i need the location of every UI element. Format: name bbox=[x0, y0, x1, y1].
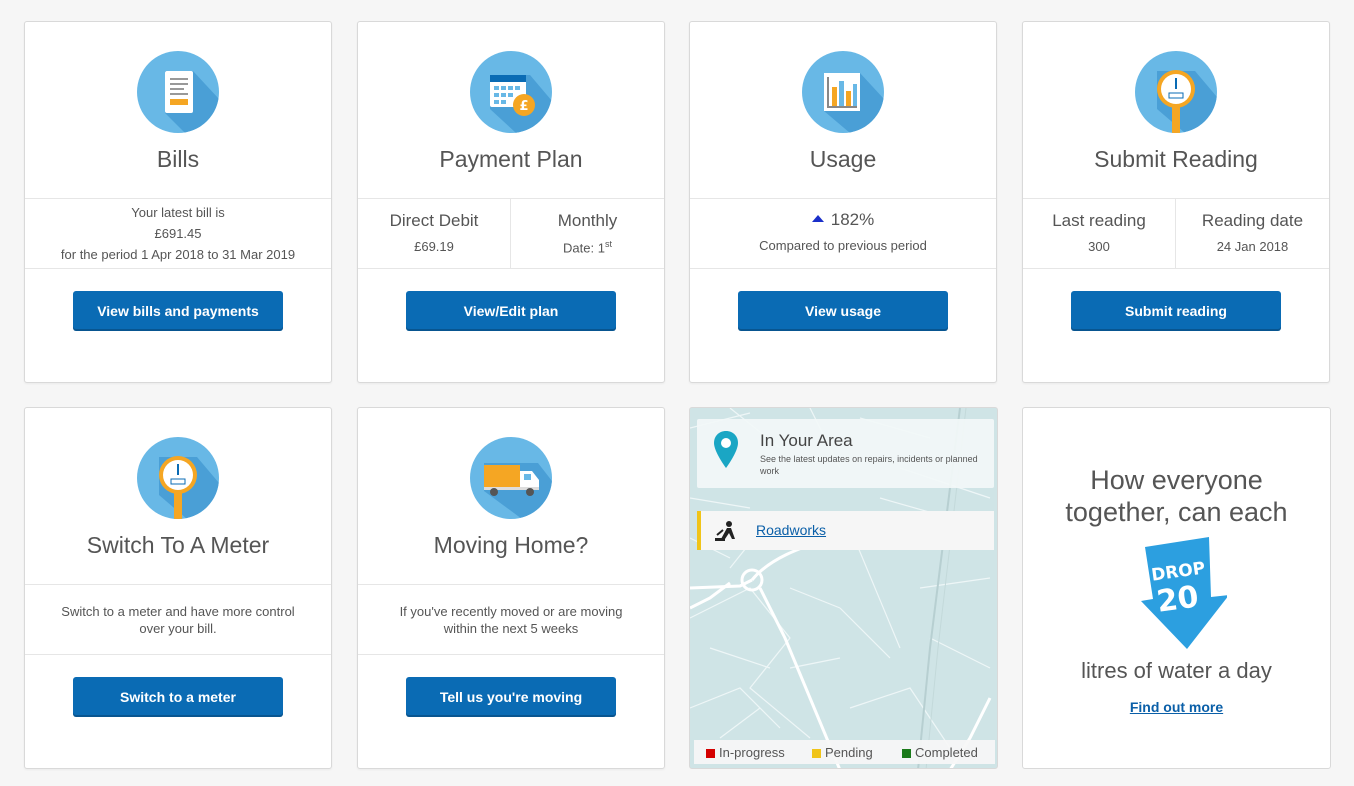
plan-method: Direct Debit £69.19 bbox=[358, 199, 511, 269]
bills-card: Bills Your latest bill is £691.45 for th… bbox=[24, 21, 332, 383]
legend-label: In-progress bbox=[719, 745, 785, 760]
legend-completed: Completed bbox=[902, 745, 978, 760]
card-title: Moving Home? bbox=[433, 532, 589, 558]
legend-swatch bbox=[812, 749, 821, 758]
promo-litres: litres of water a day bbox=[1081, 658, 1272, 683]
area-description: See the latest updates on repairs, incid… bbox=[760, 454, 978, 476]
card-footer: Tell us you're moving bbox=[358, 654, 664, 768]
moving-summary: If you've recently moved or are moving w… bbox=[358, 584, 664, 654]
moving-line: If you've recently moved or are moving bbox=[399, 604, 623, 619]
card-title: Payment Plan bbox=[439, 146, 583, 172]
bill-amount: £691.45 bbox=[154, 226, 202, 241]
promo-heading: How everyone together, can each bbox=[1065, 465, 1288, 527]
in-your-area-panel: In Your Area See the latest updates on r… bbox=[697, 419, 994, 488]
card-footer: Submit reading bbox=[1023, 268, 1329, 382]
legend-label: Pending bbox=[825, 745, 873, 760]
card-title: Usage bbox=[809, 146, 877, 172]
truck-icon bbox=[470, 437, 552, 519]
reading-summary: Last reading 300 Reading date 24 Jan 201… bbox=[1023, 198, 1329, 269]
bill-line: Your latest bill is bbox=[131, 205, 225, 220]
card-title: Switch To A Meter bbox=[86, 532, 270, 558]
plan-method-value: £69.19 bbox=[414, 239, 454, 254]
legend-label: Completed bbox=[915, 745, 978, 760]
calendar-pound-icon: £ bbox=[470, 51, 552, 133]
roadworks-item[interactable]: Roadworks bbox=[697, 511, 994, 550]
meter-line: over your bill. bbox=[139, 621, 217, 636]
card-footer: Switch to a meter bbox=[25, 654, 331, 768]
trend-up-icon bbox=[811, 215, 824, 222]
badge-number-text: 20 bbox=[1155, 579, 1201, 619]
moving-line: within the next 5 weeks bbox=[443, 621, 579, 636]
bar-chart-icon bbox=[802, 51, 884, 133]
card-footer: View bills and payments bbox=[25, 268, 331, 382]
legend-swatch bbox=[902, 749, 911, 758]
card-footer: View usage bbox=[690, 268, 996, 382]
switch-to-meter-button[interactable]: Switch to a meter bbox=[73, 677, 283, 717]
submit-reading-card: Submit Reading Last reading 300 Reading … bbox=[1022, 21, 1330, 383]
find-out-more-link[interactable]: Find out more bbox=[1023, 699, 1330, 715]
bill-icon bbox=[137, 51, 219, 133]
legend-in-progress: In-progress bbox=[706, 745, 785, 760]
switch-meter-card: Switch To A Meter Switch to a meter and … bbox=[24, 407, 332, 769]
location-pin-icon bbox=[714, 431, 738, 468]
drop-20-promo-card: How everyone together, can each DROP 20 … bbox=[1022, 407, 1331, 769]
plan-date-value: Date: 1 bbox=[563, 240, 605, 256]
last-reading-value: 300 bbox=[1088, 239, 1110, 254]
roadworks-icon bbox=[715, 521, 735, 541]
tell-us-moving-button[interactable]: Tell us you're moving bbox=[406, 677, 616, 717]
meter-line: Switch to a meter and have more control bbox=[61, 604, 295, 619]
meter-summary: Switch to a meter and have more control … bbox=[25, 584, 331, 654]
usage-comparison: Compared to previous period bbox=[759, 238, 927, 253]
card-title: Bills bbox=[156, 146, 200, 172]
roadworks-link[interactable]: Roadworks bbox=[756, 522, 826, 538]
plan-frequency: Monthly Date: 1st bbox=[511, 199, 664, 269]
card-footer: View/Edit plan bbox=[358, 268, 664, 382]
plan-summary: Direct Debit £69.19 Monthly Date: 1st bbox=[358, 198, 664, 269]
reading-date: Reading date 24 Jan 2018 bbox=[1176, 199, 1329, 269]
usage-card: Usage 182% Compared to previous period V… bbox=[689, 21, 997, 383]
bill-period: for the period 1 Apr 2018 to 31 Mar 2019 bbox=[60, 247, 296, 262]
map-legend: In-progress Pending Completed bbox=[694, 740, 995, 764]
moving-home-card: Moving Home? If you've recently moved or… bbox=[357, 407, 665, 769]
payment-plan-card: £ Payment Plan Direct Debit £69.19 Month… bbox=[357, 21, 665, 383]
view-edit-plan-button[interactable]: View/Edit plan bbox=[406, 291, 616, 331]
submit-reading-button[interactable]: Submit reading bbox=[1071, 291, 1281, 331]
water-meter-icon bbox=[137, 437, 219, 519]
plan-method-label: Direct Debit bbox=[389, 211, 479, 230]
view-bills-button[interactable]: View bills and payments bbox=[73, 291, 283, 331]
bill-summary: Your latest bill is £691.45 for the peri… bbox=[25, 198, 331, 268]
usage-summary: 182% Compared to previous period bbox=[690, 198, 996, 268]
svg-text:£: £ bbox=[519, 99, 528, 114]
drop-20-arrow-icon: DROP 20 bbox=[1141, 537, 1227, 649]
plan-date: Date: 1st bbox=[511, 239, 664, 255]
last-reading-label: Last reading bbox=[1052, 211, 1146, 230]
plan-date-suffix: st bbox=[604, 239, 612, 249]
usage-percent-row: 182% bbox=[690, 210, 996, 230]
card-title: Submit Reading bbox=[1094, 146, 1258, 172]
area-title: In Your Area bbox=[760, 431, 853, 450]
last-reading: Last reading 300 bbox=[1023, 199, 1176, 269]
plan-frequency-label: Monthly bbox=[557, 211, 618, 230]
legend-swatch bbox=[706, 749, 715, 758]
view-usage-button[interactable]: View usage bbox=[738, 291, 948, 331]
reading-date-value: 24 Jan 2018 bbox=[1216, 239, 1289, 254]
reading-date-label: Reading date bbox=[1201, 211, 1304, 230]
in-your-area-map[interactable]: In Your Area See the latest updates on r… bbox=[689, 407, 998, 769]
legend-pending: Pending bbox=[812, 745, 873, 760]
meter-gauge-icon bbox=[1135, 51, 1217, 133]
usage-percent: 182% bbox=[830, 210, 875, 229]
